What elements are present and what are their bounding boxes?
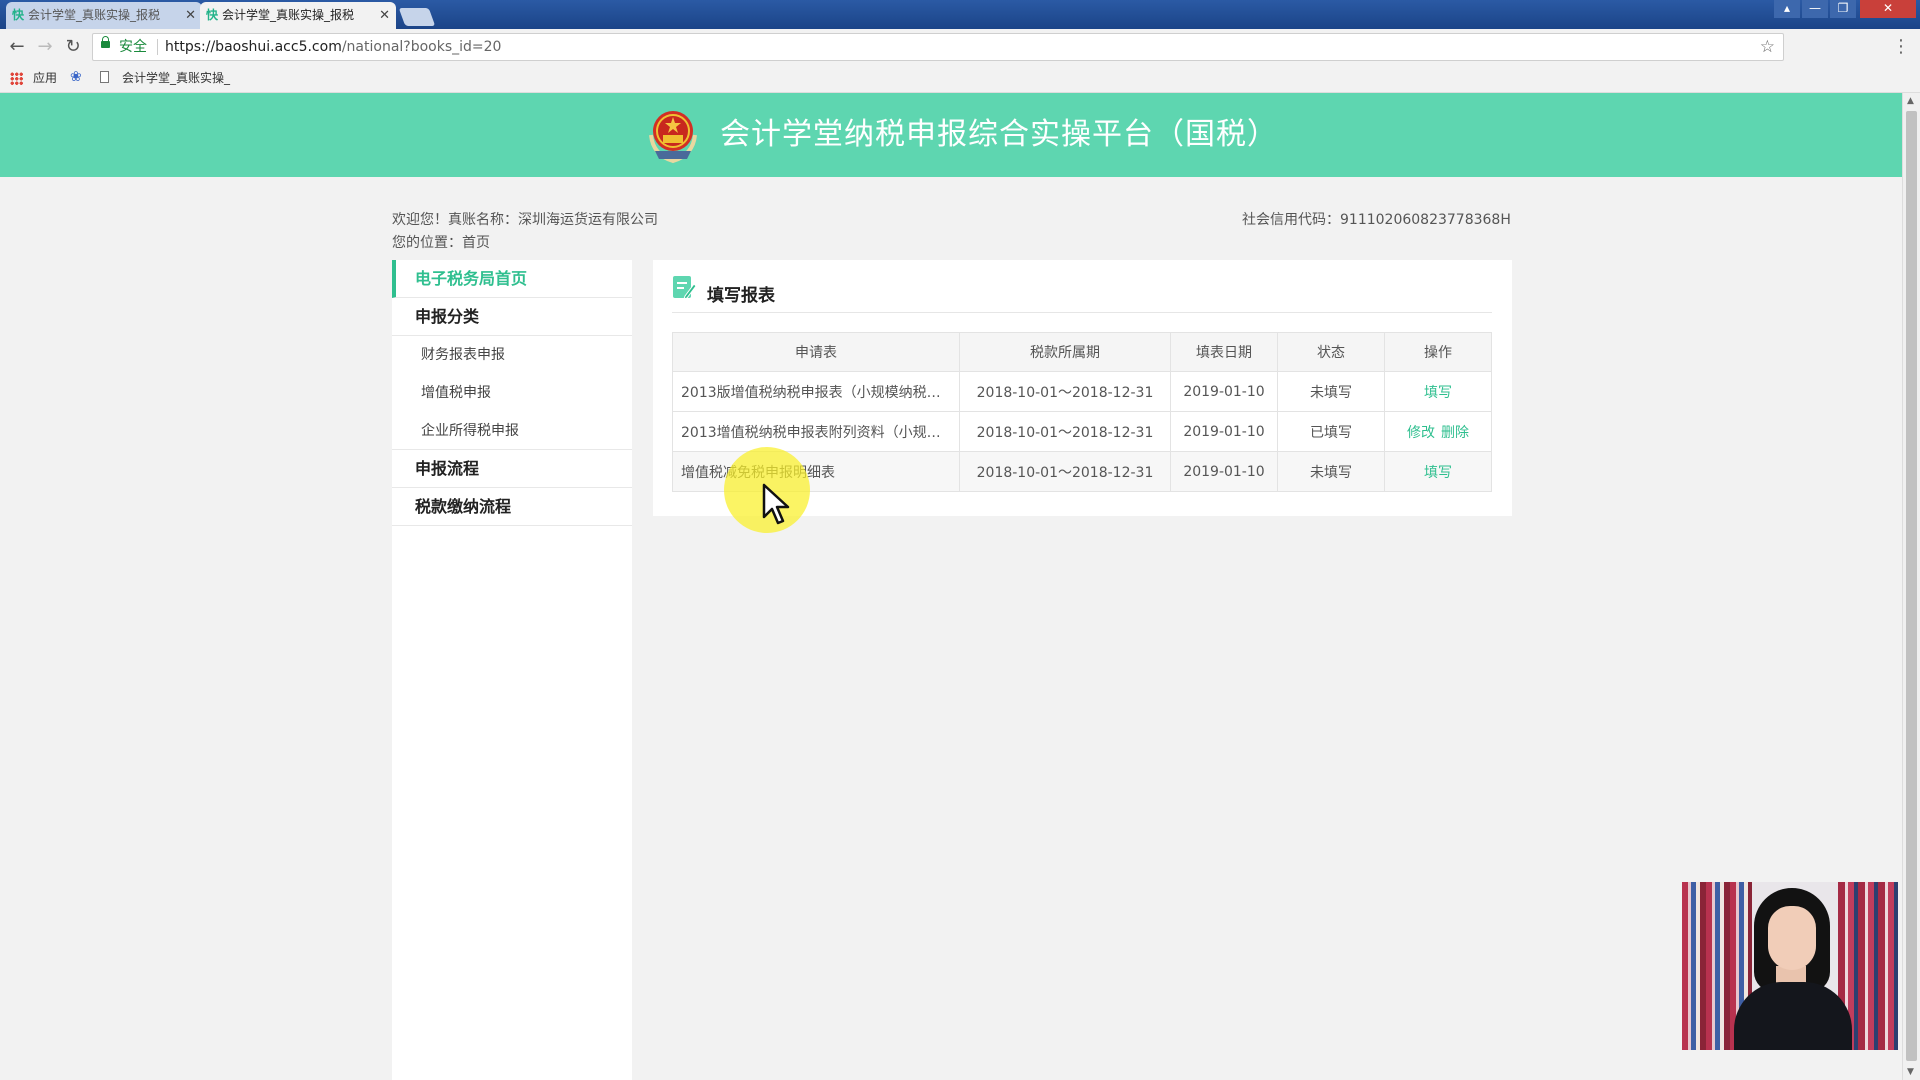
fill-date: 2019-01-10 — [1170, 451, 1278, 492]
scroll-down-icon[interactable]: ▼ — [1907, 1067, 1914, 1077]
url-host: https://baoshui.acc5.com — [165, 39, 342, 55]
status-text: 已填写 — [1277, 411, 1385, 452]
form-name: 2013增值税纳税申报表附列资料（小规模… — [672, 411, 960, 452]
bookmark-apps[interactable]: 应用 — [33, 65, 57, 92]
minimize-icon[interactable]: — — [1802, 0, 1828, 18]
apps-grid-icon[interactable] — [10, 72, 23, 85]
sidebar-item-declaration-category[interactable]: 申报分类 — [392, 298, 632, 336]
sidebar-item-declaration-process[interactable]: 申报流程 — [392, 450, 632, 488]
tax-emblem-icon — [649, 111, 697, 164]
column-header: 申请表 — [672, 332, 960, 372]
sidebar-item-corporate-income-tax[interactable]: 企业所得税申报 — [392, 412, 632, 450]
table-row: 2013版增值税纳税申报表（小规模纳税人） 2018-10-01～2018-12… — [672, 371, 1492, 412]
page-icon — [100, 71, 109, 83]
url-text: https://baoshui.acc5.com/national?books_… — [165, 34, 501, 60]
form-edit-icon — [673, 276, 696, 300]
secure-label: 安全 — [119, 39, 147, 55]
delete-link[interactable]: 删除 — [1441, 425, 1469, 441]
tax-period: 2018-10-01～2018-12-31 — [959, 411, 1171, 452]
page-scrollbar[interactable]: ▲ ▼ — [1902, 93, 1920, 1080]
fill-link[interactable]: 填写 — [1424, 465, 1452, 481]
browser-tab-bar: 快 会计学堂_真账实操_报税 ✕ 快 会计学堂_真账实操_报税 ✕ ▴ — ❐ … — [0, 0, 1920, 29]
fill-date: 2019-01-10 — [1170, 411, 1278, 452]
sidebar-item-home[interactable]: 电子税务局首页 — [392, 260, 632, 298]
browser-tab-2[interactable]: 快 会计学堂_真账实操_报税 ✕ — [200, 2, 396, 29]
webcam-overlay — [1682, 882, 1898, 1050]
form-name: 增值税减免税申报明细表 — [672, 451, 960, 492]
sidebar-item-financial-report[interactable]: 财务报表申报 — [392, 336, 632, 374]
column-header: 操作 — [1384, 332, 1492, 372]
scroll-up-icon[interactable]: ▲ — [1907, 96, 1914, 106]
user-profile-icon[interactable]: ▴ — [1774, 0, 1800, 18]
browser-menu-icon[interactable]: ⋮ — [1892, 29, 1910, 65]
site-title: 会计学堂纳税申报综合实操平台（国税） — [720, 117, 1278, 152]
sidebar-item-payment-process[interactable]: 税款缴纳流程 — [392, 488, 632, 526]
bookmarks-bar: 应用 ❀ 会计学堂_真账实操_ — [0, 65, 1920, 93]
bookmark-page[interactable]: 会计学堂_真账实操_ — [122, 65, 230, 92]
tab-title: 会计学堂_真账实操_报税 — [222, 8, 355, 22]
breadcrumb: 您的位置：首页 — [392, 235, 490, 251]
reload-icon[interactable]: ↻ — [60, 29, 86, 65]
column-header: 税款所属期 — [959, 332, 1171, 372]
presenter-body — [1734, 982, 1852, 1050]
url-path: /national?books_id=20 — [341, 39, 502, 55]
lock-icon — [101, 36, 110, 48]
title-divider — [672, 312, 1492, 313]
sidebar: 电子税务局首页 申报分类 财务报表申报 增值税申报 企业所得税申报 申报流程 税… — [392, 260, 632, 1080]
actions-cell: 填写 — [1384, 371, 1492, 412]
window-close-icon[interactable]: ✕ — [1860, 0, 1916, 18]
form-name: 2013版增值税纳税申报表（小规模纳税人） — [672, 371, 960, 412]
address-bar-row: ← → ↻ 安全 https://baoshui.acc5.com/nation… — [0, 29, 1920, 65]
site-header: 会计学堂纳税申报综合实操平台（国税） — [0, 93, 1902, 177]
back-arrow-icon[interactable]: ← — [4, 29, 30, 65]
status-text: 未填写 — [1277, 371, 1385, 412]
tab-favicon: 快 — [206, 8, 219, 22]
welcome-text: 欢迎您！真账名称：深圳海运货运有限公司 — [392, 212, 658, 228]
actions-cell: 修改 删除 — [1384, 411, 1492, 452]
tab-close-icon[interactable]: ✕ — [379, 2, 390, 29]
column-header: 填表日期 — [1170, 332, 1278, 372]
bookmark-star-icon[interactable]: ☆ — [1760, 34, 1775, 60]
column-header: 状态 — [1277, 332, 1385, 372]
mouse-pointer-icon — [762, 483, 790, 525]
baidu-paw-icon[interactable]: ❀ — [70, 69, 82, 85]
fill-link[interactable]: 填写 — [1424, 385, 1452, 401]
credit-code: 社会信用代码：911102060823778368H — [1242, 212, 1511, 228]
actions-cell: 填写 — [1384, 451, 1492, 492]
table-row: 2013增值税纳税申报表附列资料（小规模… 2018-10-01～2018-12… — [672, 411, 1492, 452]
tax-period: 2018-10-01～2018-12-31 — [959, 451, 1171, 492]
tax-period: 2018-10-01～2018-12-31 — [959, 371, 1171, 412]
tab-favicon: 快 — [12, 8, 25, 22]
url-input[interactable]: 安全 https://baoshui.acc5.com/national?boo… — [92, 33, 1784, 61]
status-text: 未填写 — [1277, 451, 1385, 492]
browser-tab-1[interactable]: 快 会计学堂_真账实操_报税 ✕ — [6, 2, 202, 29]
presenter-face — [1768, 906, 1816, 970]
restore-icon[interactable]: ❐ — [1830, 0, 1856, 18]
tab-title: 会计学堂_真账实操_报税 — [28, 8, 161, 22]
sidebar-item-vat[interactable]: 增值税申报 — [392, 374, 632, 412]
forward-arrow-icon[interactable]: → — [32, 29, 58, 65]
edit-link[interactable]: 修改 — [1407, 425, 1435, 441]
scroll-thumb[interactable] — [1906, 111, 1917, 1061]
url-separator — [157, 39, 158, 55]
new-tab-button[interactable] — [398, 8, 436, 26]
table-header-row: 申请表 税款所属期 填表日期 状态 操作 — [672, 332, 1492, 372]
tab-close-icon[interactable]: ✕ — [185, 2, 196, 29]
fill-date: 2019-01-10 — [1170, 371, 1278, 412]
